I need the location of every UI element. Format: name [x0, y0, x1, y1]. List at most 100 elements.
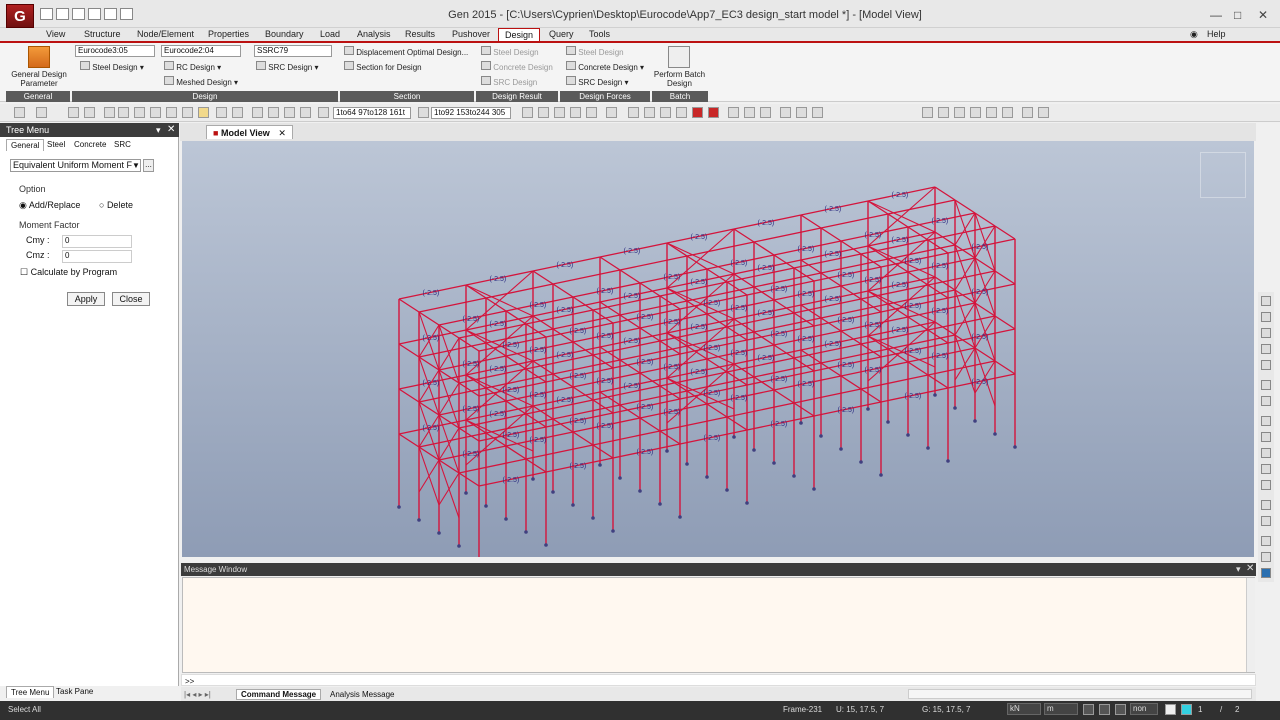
frame-beam[interactable] — [418, 297, 487, 313]
frame-beam[interactable] — [753, 317, 822, 333]
displacement-optimal-design-button[interactable]: Displacement Optimal Design... — [344, 46, 468, 57]
frame-beam[interactable] — [753, 227, 822, 243]
menu-design[interactable]: Design — [498, 28, 541, 42]
frame-beam[interactable] — [532, 270, 554, 285]
frame-beam[interactable] — [525, 458, 547, 473]
iso-view-side-icon[interactable] — [1261, 416, 1271, 426]
select-active-icon[interactable] — [198, 107, 209, 118]
frame-beam[interactable] — [927, 225, 996, 241]
mark-icon[interactable] — [1261, 552, 1271, 562]
support-node[interactable] — [732, 435, 736, 439]
tab-src[interactable]: SRC — [110, 139, 135, 151]
frame-brace[interactable] — [974, 257, 996, 317]
result-steel-design-button[interactable]: Steel Design — [481, 46, 539, 57]
active-identity-icon[interactable] — [586, 107, 597, 118]
top-view-icon[interactable] — [644, 107, 655, 118]
frame-beam[interactable] — [927, 315, 996, 331]
select-icon[interactable] — [68, 107, 79, 118]
force-concrete-design-button[interactable]: Concrete Design ▾ — [566, 61, 644, 72]
general-design-parameter-button[interactable]: General Design Parameter — [10, 70, 68, 88]
none-select[interactable]: non — [1130, 703, 1158, 715]
frame-beam[interactable] — [485, 328, 554, 344]
frame-beam[interactable] — [458, 458, 527, 474]
frame-beam[interactable] — [927, 360, 996, 376]
support-node[interactable] — [866, 407, 870, 411]
zoom-fit-icon[interactable] — [1261, 296, 1271, 306]
force-src-design-button[interactable]: SRC Design ▾ — [566, 76, 629, 87]
delete-radio[interactable]: ○ Delete — [99, 200, 133, 210]
support-node[interactable] — [812, 487, 816, 491]
grid-snap-icon[interactable] — [744, 107, 755, 118]
frame-beam[interactable] — [820, 348, 889, 364]
front-view-side-icon[interactable] — [1261, 432, 1271, 442]
frame-beam[interactable] — [820, 303, 889, 319]
frame-brace[interactable] — [418, 446, 440, 506]
shrink-icon[interactable] — [938, 107, 949, 118]
frame-beam[interactable] — [418, 356, 440, 371]
tab-concrete[interactable]: Concrete — [70, 139, 110, 151]
menu-query[interactable]: Query — [549, 28, 574, 42]
support-node[interactable] — [598, 463, 602, 467]
frame-beam[interactable] — [418, 387, 487, 403]
activate-icon[interactable] — [522, 107, 533, 118]
frame-brace[interactable] — [974, 212, 996, 272]
top-view-side-icon[interactable] — [1261, 448, 1271, 458]
frame-beam[interactable] — [753, 362, 822, 378]
frame-beam[interactable] — [954, 199, 976, 214]
tab-tree-menu[interactable]: Tree Menu — [6, 686, 55, 698]
unselect-all-icon[interactable] — [232, 107, 243, 118]
frame-beam[interactable] — [793, 388, 862, 404]
redo-icon[interactable] — [36, 107, 47, 118]
support-node[interactable] — [792, 474, 796, 478]
grid-status-icon[interactable] — [1099, 704, 1110, 715]
tab-task-pane[interactable]: Task Pane — [52, 686, 97, 698]
support-node[interactable] — [544, 543, 548, 547]
node-select-icon[interactable] — [318, 107, 329, 118]
cmz-input[interactable]: 0 — [62, 250, 132, 263]
frame-beam[interactable] — [619, 345, 688, 361]
frame-beam[interactable] — [485, 418, 554, 434]
support-node[interactable] — [464, 491, 468, 495]
frame-beam[interactable] — [552, 283, 574, 298]
support-node[interactable] — [886, 420, 890, 424]
pin-icon[interactable]: ▾ — [156, 125, 161, 136]
move-icon[interactable] — [1261, 568, 1271, 578]
select-all-icon[interactable] — [182, 107, 193, 118]
rc-code-select[interactable]: Eurocode2:04 — [161, 45, 241, 57]
hide-icon[interactable] — [970, 107, 981, 118]
frame-beam[interactable] — [887, 199, 956, 215]
frame-beam[interactable] — [860, 388, 882, 403]
snap-icon[interactable] — [728, 107, 739, 118]
result-src-design-button[interactable]: SRC Design — [481, 76, 537, 87]
frame-beam[interactable] — [686, 376, 755, 392]
frame-beam[interactable] — [860, 374, 929, 390]
frame-beam[interactable] — [592, 444, 614, 459]
redraw-icon[interactable] — [1261, 500, 1271, 510]
support-node[interactable] — [457, 544, 461, 548]
frame-beam[interactable] — [619, 269, 641, 284]
shade-icon[interactable] — [986, 107, 997, 118]
frame-beam[interactable] — [619, 255, 688, 271]
menu-boundary[interactable]: Boundary — [265, 28, 304, 42]
zoom-out-icon[interactable] — [1261, 344, 1271, 354]
frame-beam[interactable] — [505, 445, 527, 460]
menu-help[interactable]: Help — [1207, 28, 1226, 42]
display-icon[interactable] — [812, 107, 823, 118]
support-node[interactable] — [906, 433, 910, 437]
frame-beam[interactable] — [800, 214, 822, 229]
frame-beam[interactable] — [927, 270, 996, 286]
section-for-design-button[interactable]: Section for Design — [344, 61, 422, 72]
support-node[interactable] — [397, 505, 401, 509]
more-button[interactable]: ... — [143, 159, 154, 172]
support-node[interactable] — [752, 448, 756, 452]
node-snap-icon[interactable] — [760, 107, 771, 118]
frame-beam[interactable] — [773, 389, 795, 404]
frame-beam[interactable] — [659, 416, 728, 432]
frame-beam[interactable] — [927, 374, 949, 389]
rc-design-button[interactable]: RC Design ▾ — [164, 61, 221, 72]
steel-design-button[interactable]: Steel Design ▾ — [80, 61, 144, 72]
pan-view-icon[interactable] — [1261, 360, 1271, 370]
select-intersect-icon[interactable] — [118, 107, 129, 118]
support-node[interactable] — [839, 447, 843, 451]
snap-status-icon[interactable] — [1083, 704, 1094, 715]
